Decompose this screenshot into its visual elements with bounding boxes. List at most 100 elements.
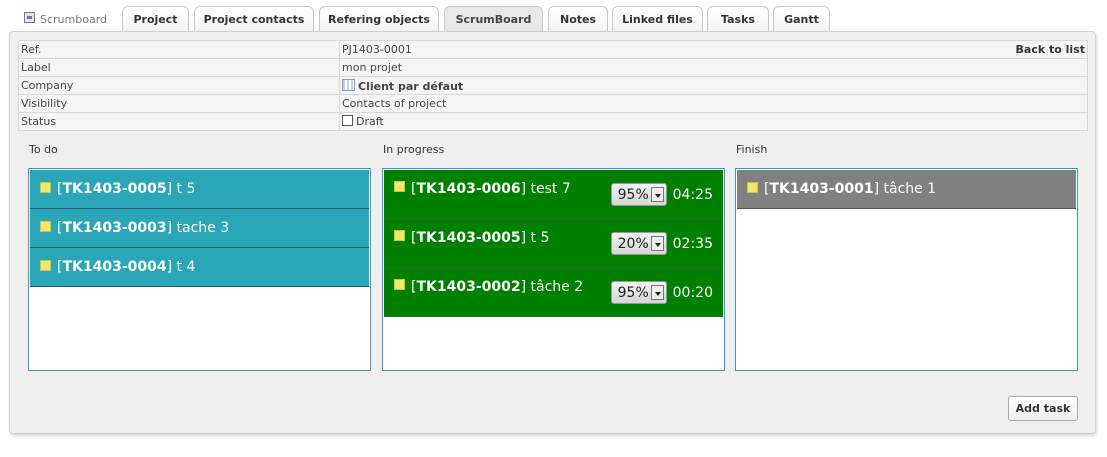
tab-gantt[interactable]: Gantt <box>773 6 830 32</box>
task-progress-controls: 95% 04:25 <box>610 183 713 206</box>
info-row-ref: Ref. PJ1403-0001 Back to list <box>18 40 1088 59</box>
tab-tasks[interactable]: Tasks <box>707 6 769 32</box>
task-name: t 5 <box>530 230 550 246</box>
task-note-icon <box>40 220 51 232</box>
label-value: mon projet <box>339 58 1088 77</box>
chevron-down-icon <box>650 285 664 300</box>
progress-select[interactable]: 95% <box>610 281 667 304</box>
tab-notes[interactable]: Notes <box>548 6 608 32</box>
tab-bar: Scrumboard Project Project contacts Refe… <box>0 6 1107 32</box>
info-row-company: Company Client par défaut <box>18 76 1088 95</box>
column-todo[interactable]: [TK1403-0005] t 5 [TK1403-0003] tache 3 … <box>28 168 371 371</box>
column-title-in-progress: In progress <box>383 143 445 156</box>
task-card[interactable]: [TK1403-0006] test 7 95% 04:25 <box>384 170 723 219</box>
company-cell: Client par défaut <box>339 76 1088 95</box>
visibility-label: Visibility <box>18 94 340 113</box>
status-draft-icon <box>342 115 353 126</box>
task-title: [TK1403-0003] tache 3 <box>57 220 230 236</box>
task-name: t 4 <box>176 259 196 275</box>
task-ref[interactable]: TK1403-0005 <box>62 181 166 197</box>
progress-select[interactable]: 95% <box>610 183 667 206</box>
task-ref[interactable]: TK1403-0004 <box>62 259 166 275</box>
visibility-value: Contacts of project <box>339 94 1088 113</box>
chevron-down-icon <box>650 187 664 202</box>
company-label: Company <box>18 76 340 95</box>
task-title: [TK1403-0005] t 5 <box>57 181 196 197</box>
time-spent: 00:20 <box>672 284 713 301</box>
ref-value: PJ1403-0001 <box>342 43 412 56</box>
tab-label: Gantt <box>784 13 819 26</box>
task-title: [TK1403-0002] tâche 2 <box>411 279 584 295</box>
task-card[interactable]: [TK1403-0004] t 4 <box>30 248 369 287</box>
label-label: Label <box>18 58 340 77</box>
tab-label: ScrumBoard <box>455 13 532 26</box>
task-ref[interactable]: TK1403-0003 <box>62 220 166 236</box>
main-panel: Ref. PJ1403-0001 Back to list Label mon … <box>9 31 1096 434</box>
back-to-list-link[interactable]: Back to list <box>1016 43 1085 56</box>
task-card[interactable]: [TK1403-0001] tâche 1 <box>737 170 1076 209</box>
add-task-button[interactable]: Add task <box>1008 396 1078 421</box>
column-title-todo: To do <box>29 143 58 156</box>
task-name: tache 3 <box>176 220 230 236</box>
module-title-label: Scrumboard <box>40 12 108 26</box>
task-progress-controls: 95% 00:20 <box>610 281 713 304</box>
progress-value: 95% <box>617 186 649 203</box>
status-value: Draft <box>356 115 384 128</box>
task-card[interactable]: [TK1403-0005] t 5 20% 02:35 <box>384 219 723 268</box>
column-title-finish: Finish <box>736 143 768 156</box>
status-cell: Draft <box>339 112 1088 131</box>
task-progress-controls: 20% 02:35 <box>610 232 713 255</box>
tab-refering-objects[interactable]: Refering objects <box>319 6 439 32</box>
task-ref[interactable]: TK1403-0001 <box>769 181 873 197</box>
tab-project-contacts[interactable]: Project contacts <box>194 6 314 32</box>
tab-scrumboard[interactable]: ScrumBoard <box>444 6 543 32</box>
task-title: [TK1403-0004] t 4 <box>57 259 196 275</box>
time-spent: 04:25 <box>672 186 713 203</box>
task-note-icon <box>394 181 405 192</box>
task-card[interactable]: [TK1403-0003] tache 3 <box>30 209 369 248</box>
task-title: [TK1403-0001] tâche 1 <box>764 181 937 197</box>
task-ref[interactable]: TK1403-0006 <box>416 181 520 197</box>
tab-label: Tasks <box>721 13 755 26</box>
task-ref[interactable]: TK1403-0002 <box>416 279 520 295</box>
status-label: Status <box>18 112 340 131</box>
task-name: t 5 <box>176 181 196 197</box>
ref-cell: PJ1403-0001 Back to list <box>339 40 1088 59</box>
task-note-icon <box>40 181 51 193</box>
progress-select[interactable]: 20% <box>610 232 667 255</box>
progress-value: 95% <box>617 284 649 301</box>
ref-label: Ref. <box>18 40 340 59</box>
info-row-label: Label mon projet <box>18 58 1088 77</box>
task-note-icon <box>394 279 405 290</box>
task-name: tâche 2 <box>530 279 584 295</box>
tab-label: Project <box>133 13 178 26</box>
task-title: [TK1403-0006] test 7 <box>411 181 571 197</box>
module-title: Scrumboard <box>24 6 107 32</box>
company-link[interactable]: Client par défaut <box>358 80 463 93</box>
task-card[interactable]: [TK1403-0005] t 5 <box>30 170 369 209</box>
task-card[interactable]: [TK1403-0002] tâche 2 95% 00:20 <box>384 268 723 317</box>
tab-label: Linked files <box>622 13 693 26</box>
info-row-status: Status Draft <box>18 112 1088 131</box>
project-info-table: Ref. PJ1403-0001 Back to list Label mon … <box>18 40 1088 131</box>
scrumboard-icon <box>24 11 35 23</box>
column-in-progress[interactable]: [TK1403-0006] test 7 95% 04:25 [TK1403-0… <box>382 168 725 371</box>
task-ref[interactable]: TK1403-0005 <box>416 230 520 246</box>
company-icon <box>342 78 355 91</box>
task-name: test 7 <box>530 181 571 197</box>
task-name: tâche 1 <box>883 181 937 197</box>
tab-label: Refering objects <box>328 13 430 26</box>
task-title: [TK1403-0005] t 5 <box>411 230 550 246</box>
tab-project[interactable]: Project <box>122 6 189 32</box>
chevron-down-icon <box>650 236 664 251</box>
tab-linked-files[interactable]: Linked files <box>612 6 703 32</box>
tab-label: Notes <box>559 13 597 26</box>
task-note-icon <box>747 181 758 193</box>
progress-value: 20% <box>617 235 649 252</box>
tab-label: Project contacts <box>203 13 305 26</box>
time-spent: 02:35 <box>672 235 713 252</box>
task-note-icon <box>40 259 51 271</box>
task-note-icon <box>394 230 405 241</box>
info-row-visibility: Visibility Contacts of project <box>18 94 1088 113</box>
column-finish[interactable]: [TK1403-0001] tâche 1 <box>735 168 1078 371</box>
